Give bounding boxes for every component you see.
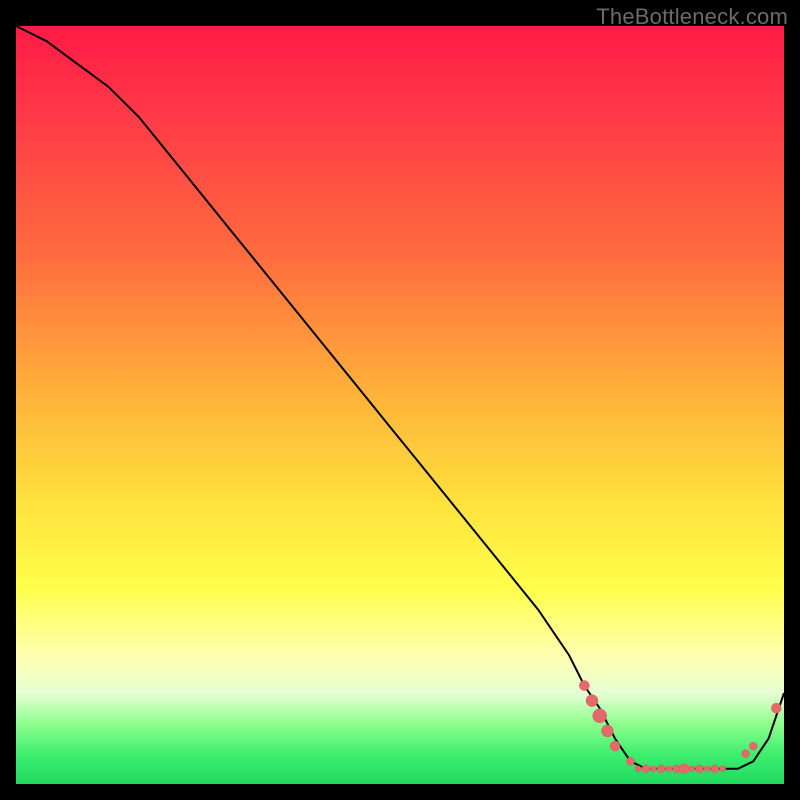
- bottleneck-curve: [16, 26, 784, 769]
- curve-markers: [579, 681, 781, 774]
- curve-marker: [579, 681, 589, 691]
- chart-svg: [16, 26, 784, 784]
- curve-marker: [720, 766, 726, 772]
- curve-marker: [626, 757, 634, 765]
- curve-marker: [696, 765, 704, 773]
- curve-marker: [771, 703, 781, 713]
- curve-marker: [749, 742, 757, 750]
- curve-marker: [689, 766, 695, 772]
- curve-marker: [635, 766, 641, 772]
- curve-marker: [610, 741, 620, 751]
- plot-area: [16, 26, 784, 784]
- curve-marker: [704, 766, 710, 772]
- curve-marker: [642, 765, 650, 773]
- curve-marker: [593, 709, 607, 723]
- curve-marker: [711, 765, 719, 773]
- chart-frame: TheBottleneck.com: [0, 0, 800, 800]
- curve-marker: [742, 750, 750, 758]
- curve-marker: [657, 765, 665, 773]
- curve-marker: [650, 766, 656, 772]
- curve-marker: [601, 725, 613, 737]
- curve-marker: [679, 764, 689, 774]
- curve-marker: [586, 695, 598, 707]
- curve-marker: [666, 766, 672, 772]
